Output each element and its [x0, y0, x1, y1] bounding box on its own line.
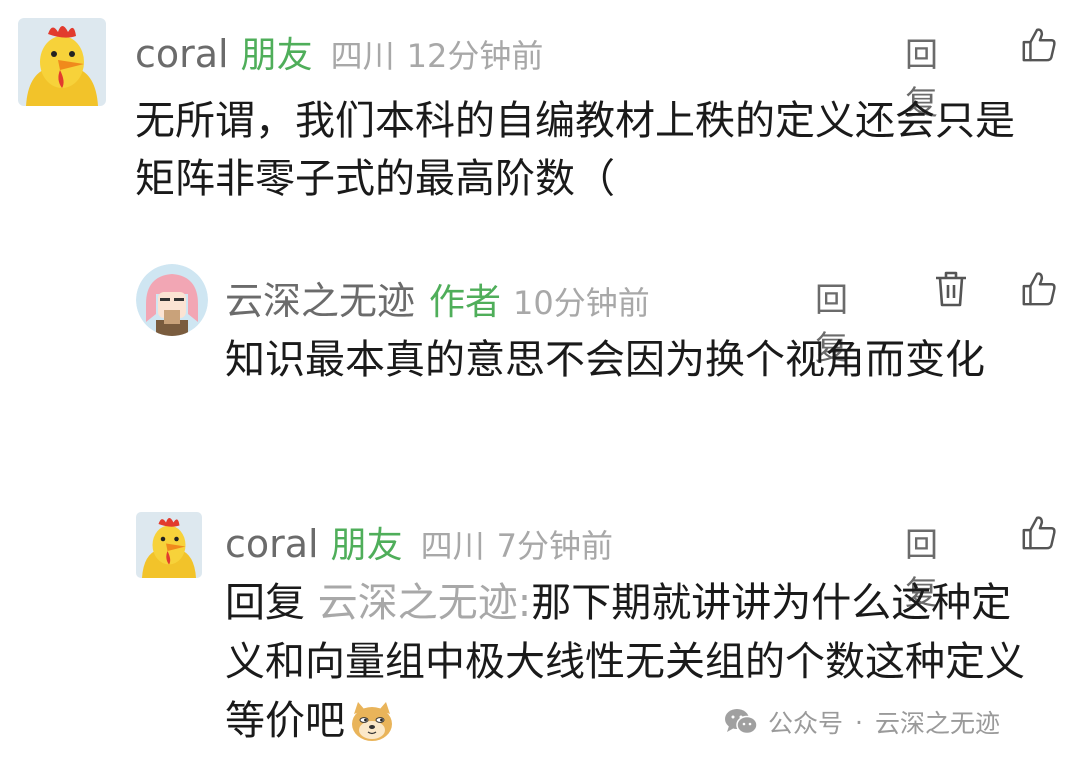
doge-emoji-icon	[349, 700, 395, 742]
rooster-avatar-icon	[136, 512, 202, 578]
reply-prefix: 回复	[225, 580, 305, 626]
avatar[interactable]	[136, 512, 202, 578]
author-name[interactable]: coral	[135, 32, 229, 76]
avatar[interactable]	[136, 264, 208, 336]
like-icon[interactable]	[1020, 514, 1058, 552]
watermark-account: 云深之无迹	[874, 709, 1000, 738]
watermark-separator: ·	[855, 707, 863, 737]
girl-avatar-icon	[136, 264, 208, 336]
friend-tag: 朋友	[330, 525, 403, 566]
timestamp: 12分钟前	[406, 37, 544, 75]
watermark-label: 公众号	[768, 709, 844, 738]
comment-text: 无所谓，我们本科的自编教材上秩的定义还会只是矩阵非零子式的最高阶数（	[135, 98, 1015, 202]
reply-target-name[interactable]: 云深之无迹:	[318, 580, 531, 626]
comment-text: 知识最本真的意思不会因为换个视角而变化	[225, 337, 985, 383]
wechat-icon	[724, 707, 758, 737]
timestamp: 7分钟前	[496, 527, 614, 565]
rooster-avatar-icon	[18, 18, 106, 106]
location: 四川	[330, 37, 395, 75]
location: 四川	[420, 527, 485, 565]
wechat-watermark: 公众号 · 云深之无迹	[724, 704, 1000, 740]
author-name[interactable]: coral	[225, 522, 319, 566]
friend-tag: 朋友	[240, 35, 313, 76]
avatar[interactable]	[18, 18, 106, 106]
delete-icon[interactable]	[934, 270, 968, 308]
author-name[interactable]: 云深之无迹	[225, 270, 415, 325]
like-icon[interactable]	[1020, 270, 1058, 308]
timestamp: 10分钟前	[513, 284, 650, 322]
author-tag: 作者	[429, 282, 502, 323]
like-icon[interactable]	[1020, 26, 1058, 64]
